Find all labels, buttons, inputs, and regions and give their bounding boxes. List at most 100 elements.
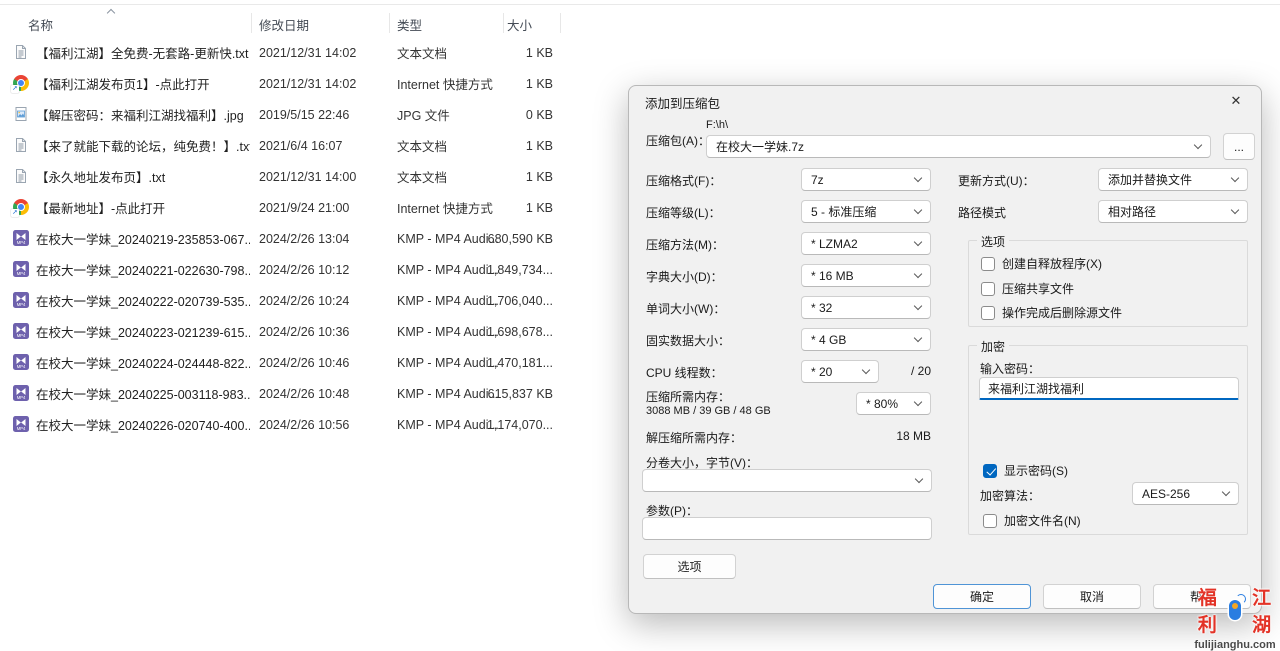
file-name: 在校大一学妹_20240226-020740-400.... bbox=[36, 409, 250, 440]
checkbox-icon bbox=[981, 257, 995, 271]
kmp-media-icon: MP4 bbox=[13, 230, 29, 246]
archive-name-combobox[interactable]: 在校大一学妹.7z bbox=[706, 135, 1211, 158]
watermark-brand-left: 福利 bbox=[1190, 583, 1226, 637]
column-header-size[interactable]: 大小 bbox=[507, 12, 532, 36]
cpu-threads-label: CPU 线程数： bbox=[646, 364, 723, 381]
memory-usage-detail: 3088 MB / 39 GB / 48 GB bbox=[646, 405, 771, 417]
solid-block-label: 固实数据大小： bbox=[646, 332, 730, 349]
file-date-modified: 2021/12/31 14:02 bbox=[259, 37, 384, 68]
column-divider[interactable] bbox=[251, 13, 252, 33]
level-combobox[interactable]: 5 - 标准压缩 bbox=[801, 200, 931, 223]
checkbox-encrypt-filenames[interactable]: 加密文件名(N) bbox=[983, 512, 1081, 529]
file-row[interactable]: 【福利江湖】全免费-无套路-更新快.txt 2021/12/31 14:02 文… bbox=[0, 37, 600, 68]
file-date-modified: 2024/2/26 10:56 bbox=[259, 409, 384, 440]
file-size: 1,174,070... bbox=[430, 409, 553, 440]
kmp-media-icon: MP4 bbox=[13, 323, 29, 339]
chrome-shortcut-icon bbox=[13, 75, 29, 91]
file-name: 【永久地址发布页】.txt bbox=[36, 161, 250, 192]
file-date-modified: 2019/5/15 22:46 bbox=[259, 99, 384, 130]
cpu-threads-combobox[interactable]: * 20 bbox=[801, 360, 879, 383]
file-row[interactable]: MP4 在校大一学妹_20240222-020739-535.... 2024/… bbox=[0, 285, 600, 316]
file-row[interactable]: 【福利江湖发布页1】-点此打开 2021/12/31 14:02 Interne… bbox=[0, 68, 600, 99]
watermark-domain: fulijianghu.com bbox=[1190, 639, 1280, 651]
solid-block-combobox[interactable]: * 4 GB bbox=[801, 328, 931, 351]
txt-file-icon bbox=[13, 44, 29, 60]
encryption-method-combobox[interactable]: AES-256 bbox=[1132, 482, 1239, 505]
chevron-down-icon bbox=[1231, 206, 1239, 214]
chevron-down-icon bbox=[1194, 141, 1202, 149]
update-mode-combobox[interactable]: 添加并替换文件 bbox=[1098, 168, 1248, 191]
parameters-input[interactable] bbox=[642, 517, 932, 540]
column-header-type[interactable]: 类型 bbox=[397, 12, 422, 36]
checkbox-icon bbox=[981, 282, 995, 296]
format-combobox[interactable]: 7z bbox=[801, 168, 931, 191]
file-date-modified: 2021/6/4 16:07 bbox=[259, 130, 384, 161]
checkbox-delete-after[interactable]: 操作完成后删除源文件 bbox=[981, 304, 1122, 321]
file-date-modified: 2024/2/26 10:36 bbox=[259, 316, 384, 347]
column-divider[interactable] bbox=[503, 13, 504, 33]
method-combobox[interactable]: * LZMA2 bbox=[801, 232, 931, 255]
file-row[interactable]: MP4 在校大一学妹_20240225-003118-983.... 2024/… bbox=[0, 378, 600, 409]
column-header-date[interactable]: 修改日期 bbox=[259, 12, 309, 36]
browse-button[interactable]: ... bbox=[1223, 133, 1255, 160]
file-name: 【解压密码：来福利江湖找福利】.jpg bbox=[36, 99, 250, 130]
memory-usage-label: 压缩所需内存： bbox=[646, 388, 730, 405]
file-size: 0 KB bbox=[430, 99, 553, 130]
file-row[interactable]: MP4 在校大一学妹_20240219-235853-067.... 2024/… bbox=[0, 223, 600, 254]
chrome-shortcut-icon bbox=[13, 199, 29, 215]
memory-usage-combobox[interactable]: * 80% bbox=[856, 392, 931, 415]
file-size: 1,849,734... bbox=[430, 254, 553, 285]
file-row[interactable]: 【解压密码：来福利江湖找福利】.jpg 2019/5/15 22:46 JPG … bbox=[0, 99, 600, 130]
file-date-modified: 2024/2/26 10:24 bbox=[259, 285, 384, 316]
checkbox-compress-shared[interactable]: 压缩共享文件 bbox=[981, 280, 1074, 297]
site-watermark: 福利 江湖 fulijianghu.com bbox=[1190, 583, 1280, 651]
file-name: 【福利江湖发布页1】-点此打开 bbox=[36, 68, 250, 99]
file-name: 【最新地址】-点此打开 bbox=[36, 192, 250, 223]
file-size: 1,706,040... bbox=[430, 285, 553, 316]
add-to-archive-dialog: 添加到压缩包 ✕ 压缩包(A)： F:\h\ 在校大一学妹.7z ... 压缩格… bbox=[628, 85, 1262, 614]
decompress-memory-value: 18 MB bbox=[851, 429, 931, 443]
archive-path: F:\h\ bbox=[706, 119, 728, 131]
options-group-legend: 选项 bbox=[977, 233, 1009, 250]
checkbox-checked-icon bbox=[983, 464, 997, 478]
file-size: 1,470,181... bbox=[430, 347, 553, 378]
checkbox-create-sfx[interactable]: 创建自释放程序(X) bbox=[981, 255, 1102, 272]
word-size-combobox[interactable]: * 32 bbox=[801, 296, 931, 319]
kmp-media-icon: MP4 bbox=[13, 354, 29, 370]
path-mode-label: 路径模式 bbox=[958, 204, 1006, 221]
kmp-media-icon: MP4 bbox=[13, 385, 29, 401]
close-icon[interactable]: ✕ bbox=[1217, 88, 1255, 114]
svg-text:MP4: MP4 bbox=[17, 426, 26, 431]
password-input[interactable] bbox=[979, 377, 1239, 400]
svg-text:MP4: MP4 bbox=[17, 364, 26, 369]
chevron-down-icon bbox=[914, 270, 922, 278]
file-row[interactable]: MP4 在校大一学妹_20240223-021239-615.... 2024/… bbox=[0, 316, 600, 347]
chevron-down-icon bbox=[914, 206, 922, 214]
ok-button[interactable]: 确定 bbox=[933, 584, 1031, 609]
cancel-button[interactable]: 取消 bbox=[1043, 584, 1141, 609]
file-date-modified: 2024/2/26 13:04 bbox=[259, 223, 384, 254]
encryption-group: 加密 输入密码： 显示密码(S) 加密算法： AES-256 加密文件名(N) bbox=[968, 345, 1248, 535]
file-size: 680,590 KB bbox=[430, 223, 553, 254]
watermark-brand-right: 江湖 bbox=[1244, 583, 1280, 637]
path-mode-combobox[interactable]: 相对路径 bbox=[1098, 200, 1248, 223]
cpu-threads-max: / 20 bbox=[901, 364, 931, 378]
file-row[interactable]: 【最新地址】-点此打开 2021/9/24 21:00 Internet 快捷方… bbox=[0, 192, 600, 223]
file-row[interactable]: MP4 在校大一学妹_20240224-024448-822.... 2024/… bbox=[0, 347, 600, 378]
file-row[interactable]: 【永久地址发布页】.txt 2021/12/31 14:00 文本文档 1 KB bbox=[0, 161, 600, 192]
column-header-name[interactable]: 名称 bbox=[28, 12, 53, 36]
file-name: 在校大一学妹_20240222-020739-535.... bbox=[36, 285, 250, 316]
options-button[interactable]: 选项 bbox=[643, 554, 736, 579]
chevron-down-icon bbox=[914, 302, 922, 310]
dictionary-combobox[interactable]: * 16 MB bbox=[801, 264, 931, 287]
checkbox-show-password[interactable]: 显示密码(S) bbox=[983, 462, 1068, 479]
column-divider[interactable] bbox=[560, 13, 561, 33]
split-volume-combobox[interactable] bbox=[642, 469, 932, 492]
file-date-modified: 2021/12/31 14:00 bbox=[259, 161, 384, 192]
file-row[interactable]: MP4 在校大一学妹_20240221-022630-798.... 2024/… bbox=[0, 254, 600, 285]
file-row[interactable]: MP4 在校大一学妹_20240226-020740-400.... 2024/… bbox=[0, 409, 600, 440]
column-divider[interactable] bbox=[389, 13, 390, 33]
format-label: 压缩格式(F)： bbox=[646, 172, 721, 189]
file-row[interactable]: 【来了就能下载的论坛，纯免费！】.txt 2021/6/4 16:07 文本文档… bbox=[0, 130, 600, 161]
dialog-title: 添加到压缩包 bbox=[645, 93, 720, 112]
